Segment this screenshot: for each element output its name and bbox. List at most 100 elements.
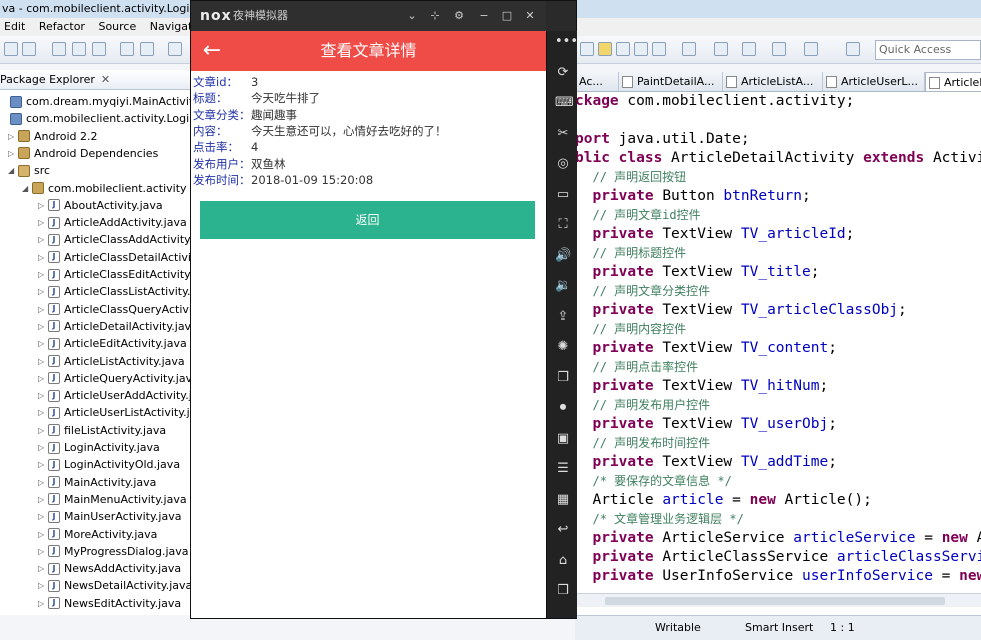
collapsed-arrow-icon[interactable]: ▷ bbox=[38, 526, 48, 543]
collapsed-arrow-icon[interactable]: ▷ bbox=[38, 283, 48, 300]
expanded-arrow-icon[interactable]: ◢ bbox=[8, 162, 18, 179]
back-nav-icon[interactable] bbox=[772, 42, 786, 56]
collapsed-arrow-icon[interactable]: ▷ bbox=[38, 404, 48, 421]
pin-icon[interactable]: ⊹ bbox=[428, 9, 442, 23]
collapsed-arrow-icon[interactable]: ▷ bbox=[38, 370, 48, 387]
toolbar-icon[interactable] bbox=[120, 42, 134, 56]
collapsed-arrow-icon[interactable]: ▷ bbox=[38, 335, 48, 352]
expanded-arrow-icon[interactable]: ◢ bbox=[22, 180, 32, 197]
apps-icon[interactable]: ▦ bbox=[555, 492, 571, 508]
collapsed-arrow-icon[interactable]: ▷ bbox=[38, 214, 48, 231]
quick-access-input[interactable]: Quick Access bbox=[875, 40, 981, 60]
collapsed-arrow-icon[interactable]: ▷ bbox=[38, 387, 48, 404]
tree-item[interactable]: ▷ J ArticleClassEditActivity.jav bbox=[38, 266, 209, 283]
recent-icon[interactable]: ❒ bbox=[555, 583, 571, 599]
editor-tab-active[interactable]: ArticleD bbox=[925, 72, 981, 91]
tree-item[interactable]: ▷ J MainMenuActivity.java bbox=[38, 491, 187, 508]
menu-refactor[interactable]: Refactor bbox=[39, 20, 85, 33]
more-icon[interactable]: ••• bbox=[555, 34, 578, 50]
editor-tab[interactable]: ArticleListA... bbox=[723, 72, 823, 91]
toolbar-icon[interactable] bbox=[22, 42, 36, 56]
collapsed-arrow-icon[interactable]: ▷ bbox=[38, 491, 48, 508]
collapsed-arrow-icon[interactable]: ▷ bbox=[38, 595, 48, 612]
tree-item[interactable]: ▷ J MoreActivity.java bbox=[38, 526, 157, 543]
forward-nav-icon[interactable] bbox=[804, 42, 818, 56]
loading-icon[interactable]: ✺ bbox=[555, 339, 571, 355]
volume-up-icon[interactable]: 🔊 bbox=[555, 248, 571, 264]
collapsed-arrow-icon[interactable]: ▷ bbox=[38, 301, 48, 318]
collapsed-arrow-icon[interactable]: ▷ bbox=[8, 145, 18, 162]
tree-item[interactable]: ▷ J ArticleClassListActivity.jav bbox=[38, 283, 207, 300]
collapsed-arrow-icon[interactable]: ▷ bbox=[38, 249, 48, 266]
collapsed-arrow-icon[interactable]: ▷ bbox=[38, 508, 48, 525]
tree-item[interactable]: ▷ J LoginActivity.java bbox=[38, 439, 160, 456]
menu-edit[interactable]: Edit bbox=[4, 20, 25, 33]
tree-item[interactable]: ▷ Android 2.2 bbox=[8, 128, 98, 145]
toolbar-icon[interactable] bbox=[168, 42, 182, 56]
toolbar-icon[interactable] bbox=[846, 42, 860, 56]
menu-icon[interactable]: ☰ bbox=[555, 461, 571, 477]
save-icon[interactable] bbox=[52, 42, 66, 56]
chevron-down-icon[interactable]: ⌄ bbox=[405, 9, 419, 23]
tree-item[interactable]: ▷ J AboutActivity.java bbox=[38, 197, 163, 214]
toolbar-icon[interactable] bbox=[634, 42, 648, 56]
phone-rotate-icon[interactable]: ⟳ bbox=[555, 65, 571, 81]
collapsed-arrow-icon[interactable]: ▷ bbox=[38, 231, 48, 248]
tree-item[interactable]: ▷ J ArticleEditActivity.java bbox=[38, 335, 187, 352]
collapsed-arrow-icon[interactable]: ▷ bbox=[38, 318, 48, 335]
editor-tab[interactable]: PaintDetailA... bbox=[619, 72, 723, 91]
close-icon[interactable]: ✕ bbox=[101, 73, 110, 86]
collapsed-arrow-icon[interactable]: ▷ bbox=[38, 577, 48, 594]
menu-source[interactable]: Source bbox=[98, 20, 136, 33]
tree-item[interactable]: ▷ J LoginActivityOld.java bbox=[38, 456, 180, 473]
toolbar-icon[interactable] bbox=[580, 42, 594, 56]
screen-icon[interactable]: ▭ bbox=[555, 187, 571, 203]
location-icon[interactable]: ◎ bbox=[555, 156, 571, 172]
tree-item[interactable]: ▷ J ArticleClassQueryActivity.j bbox=[38, 301, 208, 318]
toolbar-icon[interactable] bbox=[140, 42, 154, 56]
collapsed-arrow-icon[interactable]: ▷ bbox=[38, 560, 48, 577]
tree-item[interactable]: ◢ src bbox=[8, 162, 50, 179]
maximize-icon[interactable]: □ bbox=[500, 9, 514, 23]
tree-item[interactable]: ▷ J ArticleClassAddActivity.ja bbox=[38, 231, 202, 248]
tree-item[interactable]: ▷ J ArticleDetailActivity.java bbox=[38, 318, 198, 335]
tree-item[interactable]: com.dream.myqiyi.MainActivity bbox=[0, 93, 200, 110]
tree-item[interactable]: ▷ J ArticleListActivity.java bbox=[38, 353, 185, 370]
toolbar-icon[interactable] bbox=[616, 42, 630, 56]
volume-down-icon[interactable]: 🔉 bbox=[555, 278, 571, 294]
tree-item[interactable]: ▷ J ArticleUserAddActivity.jav bbox=[38, 387, 205, 404]
multi-instance-icon[interactable]: ❐ bbox=[555, 370, 571, 386]
back-icon[interactable]: ↩ bbox=[555, 522, 571, 538]
collapsed-arrow-icon[interactable]: ▷ bbox=[8, 128, 18, 145]
tree-item[interactable]: ▷ Android Dependencies bbox=[8, 145, 158, 162]
tree-item[interactable]: ▷ J ArticleClassDetailActivity. bbox=[38, 249, 204, 266]
collapsed-arrow-icon[interactable]: ▷ bbox=[38, 474, 48, 491]
print-icon[interactable] bbox=[92, 42, 106, 56]
fullscreen-icon[interactable]: ⛶ bbox=[555, 217, 571, 233]
toolbar-icon[interactable] bbox=[714, 42, 728, 56]
collapsed-arrow-icon[interactable]: ▷ bbox=[38, 439, 48, 456]
save-all-icon[interactable] bbox=[72, 42, 86, 56]
collapsed-arrow-icon[interactable]: ▷ bbox=[38, 543, 48, 560]
gear-icon[interactable]: ⚙ bbox=[452, 9, 466, 23]
toolbar-icon[interactable] bbox=[742, 42, 756, 56]
close-icon[interactable]: ✕ bbox=[523, 9, 537, 23]
tree-item[interactable]: ▷ J NewsDetailActivity.java bbox=[38, 577, 192, 594]
collapsed-arrow-icon[interactable]: ▷ bbox=[38, 197, 48, 214]
tree-item[interactable]: ▷ J ArticleUserListActivity.jav bbox=[38, 404, 203, 421]
tree-item[interactable]: ▷ J MyProgressDialog.java bbox=[38, 543, 189, 560]
code-area[interactable]: ckage com.mobileclient.activity; port jav… bbox=[575, 92, 981, 602]
toolbar-icon[interactable] bbox=[4, 42, 18, 56]
tree-item[interactable]: ▷ J ArticleAddActivity.java bbox=[38, 214, 187, 231]
package-explorer-tab[interactable]: Package Explorer ✕ bbox=[0, 70, 190, 90]
tree-item[interactable]: ▷ J MainUserActivity.java bbox=[38, 508, 181, 525]
return-button[interactable]: 返回 bbox=[200, 201, 535, 239]
editor-tab[interactable]: ArticleUserL... bbox=[823, 72, 925, 91]
toolbar-icon[interactable] bbox=[652, 42, 666, 56]
horizontal-scrollbar[interactable] bbox=[575, 593, 981, 607]
collapsed-arrow-icon[interactable]: ▷ bbox=[38, 456, 48, 473]
scissors-icon[interactable]: ✂ bbox=[555, 126, 571, 142]
scrollbar-thumb[interactable] bbox=[605, 597, 945, 605]
toolbar-icon[interactable] bbox=[682, 42, 696, 56]
collapsed-arrow-icon[interactable]: ▷ bbox=[38, 266, 48, 283]
